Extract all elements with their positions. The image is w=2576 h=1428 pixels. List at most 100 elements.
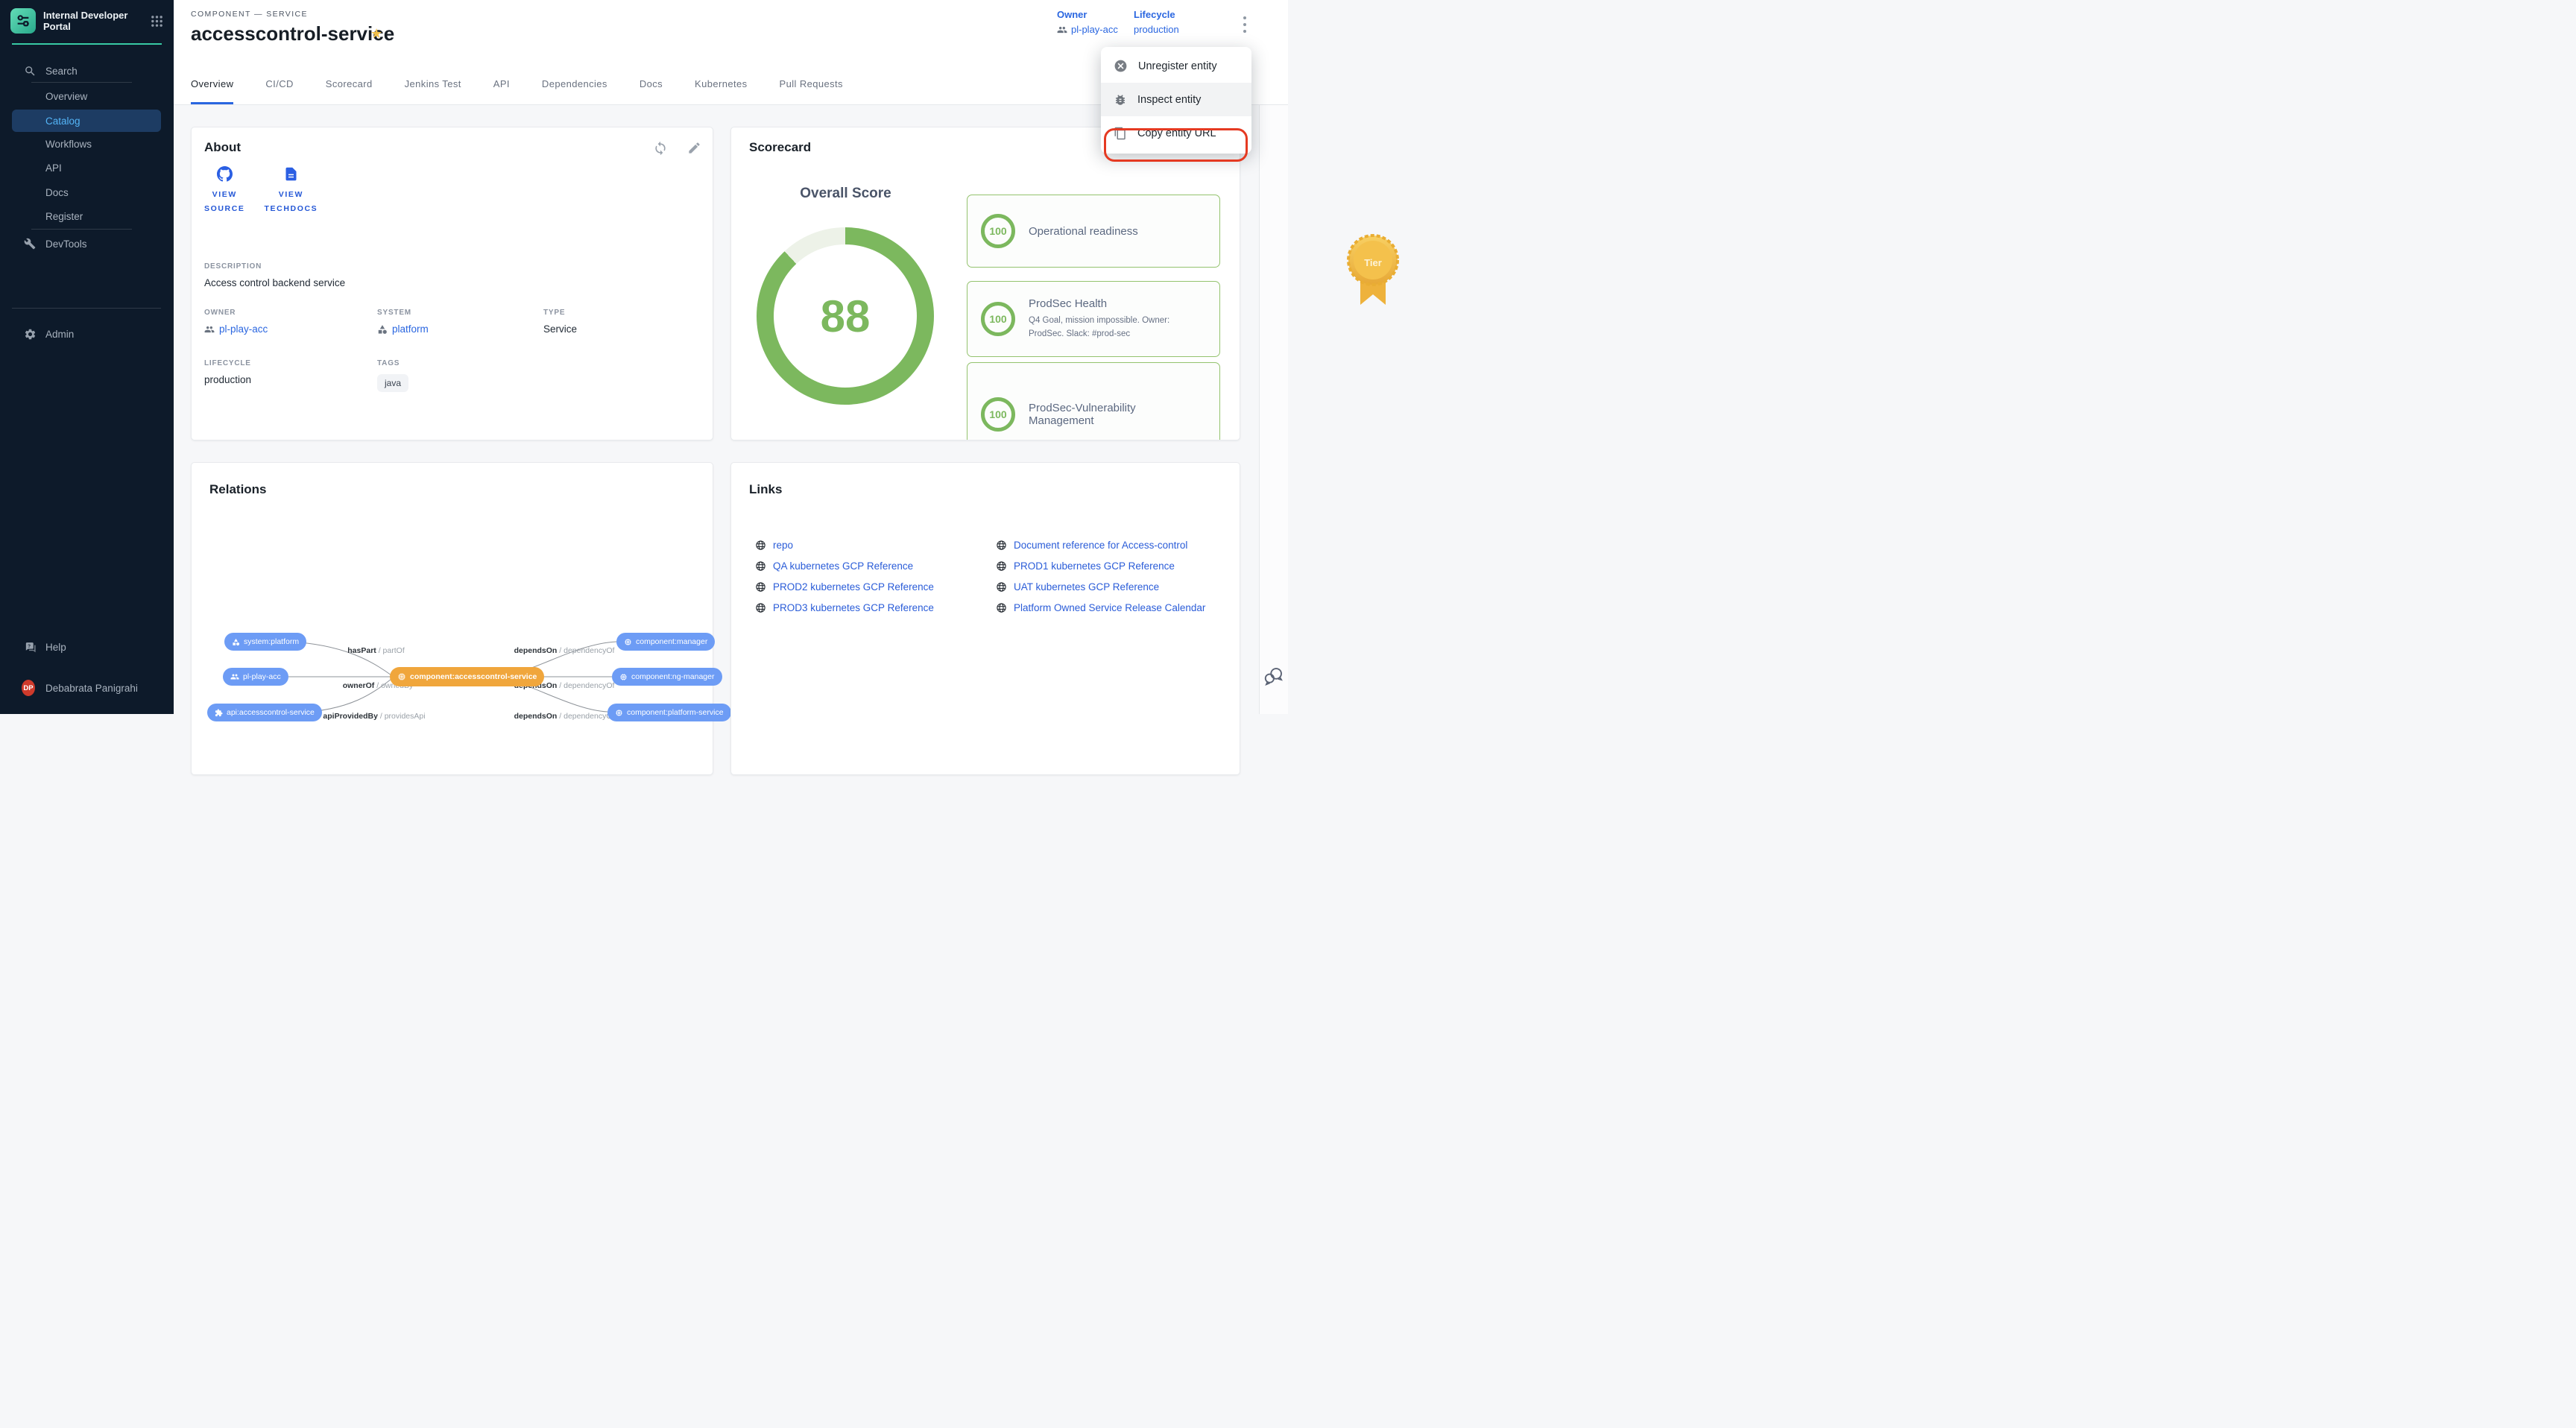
refresh-icon[interactable] bbox=[653, 141, 668, 156]
sidebar-user[interactable]: DP Debabrata Panigrahi bbox=[0, 675, 174, 701]
wrench-icon bbox=[23, 237, 37, 250]
external-link[interactable]: QA kubernetes GCP Reference bbox=[755, 560, 913, 572]
external-link[interactable]: repo bbox=[755, 540, 793, 551]
scorecard-entry[interactable]: 100 ProdSec-Vulnerability Management bbox=[967, 362, 1220, 440]
system-field-label: SYSTEM bbox=[377, 309, 543, 317]
external-link[interactable]: PROD3 kubernetes GCP Reference bbox=[755, 602, 934, 613]
scorecard-entry[interactable]: 100 ProdSec Health Q4 Goal, mission impo… bbox=[967, 281, 1220, 357]
link-label: repo bbox=[773, 540, 793, 551]
menu-item-unregister-entity[interactable]: Unregister entity bbox=[1101, 49, 1251, 83]
sidebar-item-devtools[interactable]: DevTools bbox=[0, 233, 174, 255]
external-link[interactable]: PROD1 kubernetes GCP Reference bbox=[996, 560, 1175, 572]
node-label: component:accesscontrol-service bbox=[410, 672, 537, 681]
node-label: component:platform-service bbox=[627, 708, 724, 717]
links-card: Links repoQA kubernetes GCP ReferencePRO… bbox=[730, 462, 1240, 775]
sidebar-item-workflows[interactable]: Workflows bbox=[0, 133, 174, 155]
app-logo bbox=[10, 8, 36, 34]
chip-icon bbox=[619, 673, 628, 681]
scorecard-title: Scorecard bbox=[749, 140, 811, 155]
view-source-line2: SOURCE bbox=[204, 204, 245, 213]
sidebar-item-overview[interactable]: Overview bbox=[0, 85, 174, 107]
group-icon bbox=[204, 324, 215, 335]
tags-field-label: TAGS bbox=[377, 359, 543, 367]
link-label: Document reference for Access-control bbox=[1014, 540, 1187, 551]
sidebar-item-label: Help bbox=[45, 642, 66, 653]
chat-bubbles-icon[interactable] bbox=[1263, 665, 1285, 687]
avatar-initials: DP bbox=[22, 680, 35, 696]
sidebar-item-api[interactable]: API bbox=[0, 157, 174, 179]
node-component-accesscontrol-service[interactable]: component:accesscontrol-service bbox=[390, 667, 544, 686]
tab-scorecard[interactable]: Scorecard bbox=[326, 78, 373, 104]
sidebar-item-admin[interactable]: Admin bbox=[0, 323, 174, 345]
tab-pull-requests[interactable]: Pull Requests bbox=[780, 78, 843, 104]
edge-label: hasPart / partOf bbox=[333, 646, 419, 655]
tag-chip[interactable]: java bbox=[377, 374, 408, 392]
owner-field-link[interactable]: pl-play-acc bbox=[204, 323, 377, 335]
menu-item-label: Inspect entity bbox=[1137, 94, 1201, 106]
field-type: TYPE Service bbox=[543, 309, 577, 335]
tab-docs[interactable]: Docs bbox=[640, 78, 663, 104]
sidebar-item-help[interactable]: ? Help bbox=[0, 636, 174, 658]
sidebar-item-docs[interactable]: Docs bbox=[0, 181, 174, 203]
tab-jenkins-test[interactable]: Jenkins Test bbox=[405, 78, 461, 104]
owner-link[interactable]: pl-play-acc bbox=[1057, 24, 1118, 35]
svg-text:?: ? bbox=[28, 643, 31, 648]
node-label: component:manager bbox=[636, 637, 707, 646]
search-icon bbox=[23, 64, 37, 78]
apps-grid-icon[interactable] bbox=[151, 15, 163, 28]
user-name: Debabrata Panigrahi bbox=[45, 683, 138, 694]
external-link[interactable]: Platform Owned Service Release Calendar bbox=[996, 602, 1205, 613]
external-link[interactable]: PROD2 kubernetes GCP Reference bbox=[755, 581, 934, 593]
entity-menu-button[interactable] bbox=[1238, 15, 1251, 34]
view-techdocs-line2: TECHDOCS bbox=[265, 204, 318, 213]
scrollbar-gutter[interactable] bbox=[1259, 105, 1288, 714]
scorecard-entry[interactable]: 100 Operational readiness bbox=[967, 195, 1220, 268]
menu-item-copy-entity-url[interactable]: Copy entity URL bbox=[1101, 116, 1251, 150]
group-icon bbox=[1057, 25, 1067, 35]
field-system: SYSTEM platform bbox=[377, 309, 543, 335]
node-component-manager[interactable]: component:manager bbox=[616, 633, 715, 651]
node-component-platform-service[interactable]: component:platform-service bbox=[607, 704, 731, 721]
tab-overview[interactable]: Overview bbox=[191, 78, 233, 104]
external-link[interactable]: UAT kubernetes GCP Reference bbox=[996, 581, 1159, 593]
tab-dependencies[interactable]: Dependencies bbox=[542, 78, 607, 104]
favorite-star-icon[interactable]: ★ bbox=[370, 26, 382, 42]
sidebar-item-label: Register bbox=[45, 211, 83, 222]
view-source-link[interactable]: VIEWSOURCE bbox=[204, 166, 245, 217]
node-label: system:platform bbox=[244, 637, 299, 646]
link-label: UAT kubernetes GCP Reference bbox=[1014, 581, 1159, 593]
node-system-platform[interactable]: system:platform bbox=[224, 633, 306, 651]
lifecycle-field-label: LIFECYCLE bbox=[204, 359, 377, 367]
sidebar-accent-divider bbox=[12, 43, 162, 45]
entry-description: Q4 Goal, mission impossible. Owner: Prod… bbox=[1029, 315, 1190, 341]
menu-item-inspect-entity[interactable]: Inspect entity bbox=[1101, 83, 1251, 116]
field-tags: TAGS java bbox=[377, 359, 543, 392]
view-techdocs-link[interactable]: VIEWTECHDOCS bbox=[265, 166, 318, 217]
tab-api[interactable]: API bbox=[493, 78, 510, 104]
tier-badge: Tier bbox=[1347, 232, 1399, 309]
entity-context-menu: Unregister entity Inspect entity Copy en… bbox=[1101, 47, 1251, 154]
type-field-label: TYPE bbox=[543, 309, 577, 317]
sidebar-item-search[interactable]: Search bbox=[0, 60, 174, 82]
sidebar-item-catalog[interactable]: Catalog bbox=[12, 110, 161, 132]
tab-kubernetes[interactable]: Kubernetes bbox=[695, 78, 748, 104]
edit-pencil-icon[interactable] bbox=[687, 141, 702, 156]
sidebar-item-label: Docs bbox=[45, 187, 69, 198]
link-label: PROD2 kubernetes GCP Reference bbox=[773, 581, 934, 593]
sidebar-item-register[interactable]: Register bbox=[0, 205, 174, 227]
menu-item-label: Copy entity URL bbox=[1137, 127, 1216, 139]
owner-value: pl-play-acc bbox=[1071, 24, 1118, 35]
sidebar-item-label: Admin bbox=[45, 329, 74, 340]
globe-icon bbox=[996, 560, 1007, 572]
globe-icon bbox=[755, 540, 766, 551]
system-field-link[interactable]: platform bbox=[377, 323, 543, 335]
node-api-accesscontrol-service[interactable]: api:accesscontrol-service bbox=[207, 704, 322, 721]
globe-icon bbox=[755, 560, 766, 572]
external-link[interactable]: Document reference for Access-control bbox=[996, 540, 1187, 551]
tab-cicd[interactable]: CI/CD bbox=[265, 78, 293, 104]
sidebar-divider bbox=[31, 229, 132, 230]
group-icon bbox=[230, 672, 239, 681]
node-pl-play-acc[interactable]: pl-play-acc bbox=[223, 668, 288, 686]
node-component-ng-manager[interactable]: component:ng-manager bbox=[612, 668, 722, 686]
breadcrumb: COMPONENT — SERVICE bbox=[191, 10, 308, 19]
